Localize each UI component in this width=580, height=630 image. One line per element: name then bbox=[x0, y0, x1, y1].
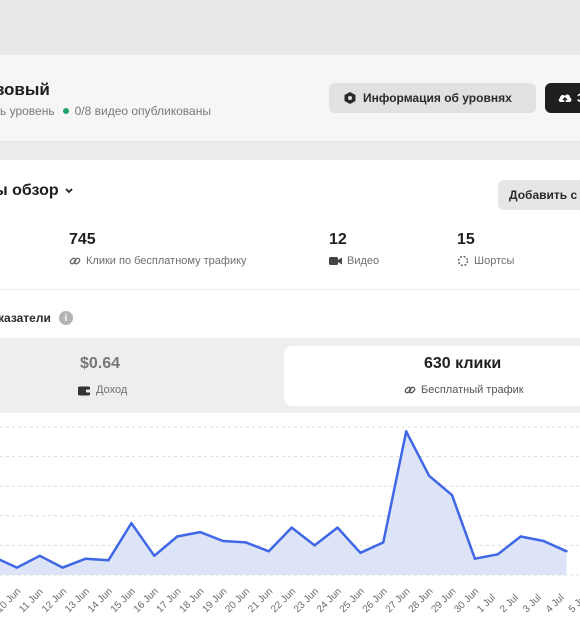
data-point bbox=[221, 539, 225, 543]
stat-label-row: Видео bbox=[329, 255, 379, 267]
x-tick-label: 11 Jun bbox=[17, 587, 45, 615]
x-tick-label: 21 Jun bbox=[246, 586, 275, 615]
stat-value: 745 bbox=[69, 231, 96, 248]
level-title: зовый bbox=[0, 80, 50, 99]
link-icon bbox=[404, 386, 416, 394]
kpi-label-row: Доход bbox=[78, 384, 127, 396]
videos-published-text: 0/8 видео опубликованы bbox=[74, 104, 211, 118]
status-dot-icon bbox=[62, 108, 69, 114]
data-point bbox=[542, 539, 545, 543]
upload-button[interactable]: З bbox=[545, 83, 580, 113]
hexagon-info-icon bbox=[344, 92, 356, 104]
x-tick-label: 15 Jun bbox=[109, 586, 138, 615]
data-point bbox=[15, 566, 19, 569]
kpi-heading: казатели i bbox=[0, 311, 73, 325]
x-tick-label: 3 Jul bbox=[521, 592, 544, 615]
data-point bbox=[565, 550, 568, 553]
x-tick-label: 22 Jun bbox=[269, 586, 298, 615]
x-tick-label: 2 Jul bbox=[498, 592, 521, 615]
level-subtitle-prefix: ь уровень bbox=[0, 104, 55, 118]
x-tick-label: 4 Jul bbox=[544, 592, 567, 615]
kpi-label: Доход bbox=[96, 384, 128, 396]
data-point bbox=[313, 544, 316, 547]
chevron-down-icon bbox=[65, 188, 73, 194]
top-bar bbox=[0, 0, 580, 54]
kpi-heading-text: казатели bbox=[0, 311, 51, 325]
stat-label-row: Клики по бесплатному трафику bbox=[69, 255, 247, 267]
x-tick-label: 13 Jun bbox=[63, 586, 92, 615]
x-tick-label: 19 Jun bbox=[200, 586, 229, 615]
level-info-button[interactable]: Информация об уровнях bbox=[329, 83, 536, 113]
level-card: зовый ь уровень 0/8 видео опубликованы И… bbox=[0, 55, 580, 142]
stat-label-row: Шортсы bbox=[457, 255, 514, 267]
data-point bbox=[290, 526, 293, 529]
x-tick-label: 27 Jun bbox=[384, 586, 413, 615]
level-info-label: Информация об уровнях bbox=[363, 91, 512, 105]
wallet-icon bbox=[78, 386, 91, 395]
traffic-chart: 10 Jun11 Jun12 Jun13 Jun14 Jun15 Jun16 J… bbox=[0, 426, 580, 615]
x-tick-label: 23 Jun bbox=[292, 586, 321, 615]
overview-title: ы обзор bbox=[0, 182, 59, 199]
x-tick-label: 25 Jun bbox=[338, 586, 367, 615]
data-point bbox=[336, 526, 339, 529]
stat-label: Клики по бесплатному трафику bbox=[86, 255, 247, 267]
x-tick-label: 26 Jun bbox=[361, 586, 390, 615]
x-tick-label: 28 Jun bbox=[407, 586, 436, 615]
x-tick-label: 24 Jun bbox=[315, 586, 344, 615]
x-tick-label: 14 Jun bbox=[86, 586, 115, 615]
stat-value: 15 bbox=[457, 231, 475, 248]
kpi-value: 630 клики bbox=[424, 355, 502, 372]
data-point bbox=[198, 530, 202, 534]
data-point bbox=[84, 557, 87, 560]
stat-value: 12 bbox=[329, 231, 347, 248]
data-point bbox=[450, 493, 454, 497]
stat-free-traffic-clicks: 745 Клики по бесплатному трафику bbox=[69, 231, 247, 267]
data-point bbox=[496, 553, 499, 556]
data-point bbox=[107, 559, 110, 562]
data-point bbox=[38, 554, 41, 557]
x-tick-label: 16 Jun bbox=[132, 586, 161, 615]
x-tick-label: 20 Jun bbox=[223, 586, 252, 615]
kpi-label-row: Бесплатный трафик bbox=[404, 384, 524, 396]
add-button[interactable]: Добавить с bbox=[498, 180, 580, 210]
series-area bbox=[0, 431, 567, 575]
section-divider bbox=[0, 289, 580, 290]
data-point bbox=[473, 557, 477, 560]
shorts-icon bbox=[457, 255, 469, 267]
stat-shorts: 15 Шортсы bbox=[457, 231, 514, 267]
video-icon bbox=[329, 257, 342, 265]
x-tick-label: 18 Jun bbox=[178, 586, 207, 615]
level-subtitle: ь уровень 0/8 видео опубликованы bbox=[0, 104, 211, 118]
data-point bbox=[427, 474, 431, 477]
stat-label: Шортсы bbox=[474, 255, 515, 267]
x-tick-label: 29 Jun bbox=[429, 586, 458, 615]
kpi-tabs: $0.64 Доход 630 клики Бесплатный трафик bbox=[0, 338, 580, 413]
x-tick-label: 5 Jul bbox=[567, 592, 580, 615]
data-point bbox=[267, 550, 270, 553]
overview-title-dropdown[interactable]: ы обзор bbox=[0, 182, 74, 200]
x-tick-label: 12 Jun bbox=[40, 586, 69, 615]
data-point bbox=[244, 541, 248, 544]
kpi-value: $0.64 bbox=[80, 355, 121, 372]
data-point bbox=[61, 566, 64, 569]
link-icon bbox=[69, 257, 81, 265]
x-tick-label: 17 Jun bbox=[155, 586, 184, 615]
kpi-label: Бесплатный трафик bbox=[421, 384, 524, 396]
data-point bbox=[382, 541, 385, 544]
data-point bbox=[519, 535, 522, 538]
stat-label: Видео bbox=[347, 255, 380, 267]
cloud-upload-icon bbox=[558, 94, 572, 103]
kpi-tab-free-traffic[interactable]: 630 клики Бесплатный трафик bbox=[284, 346, 580, 406]
data-point bbox=[176, 535, 179, 538]
data-point bbox=[359, 551, 362, 554]
data-point bbox=[153, 554, 156, 557]
data-point bbox=[405, 430, 408, 433]
stat-videos: 12 Видео bbox=[329, 231, 379, 267]
data-point bbox=[130, 522, 133, 525]
kpi-tab-revenue[interactable]: $0.64 Доход bbox=[0, 338, 280, 413]
x-tick-label: 30 Jun bbox=[452, 586, 481, 615]
info-icon[interactable]: i bbox=[58, 311, 73, 325]
